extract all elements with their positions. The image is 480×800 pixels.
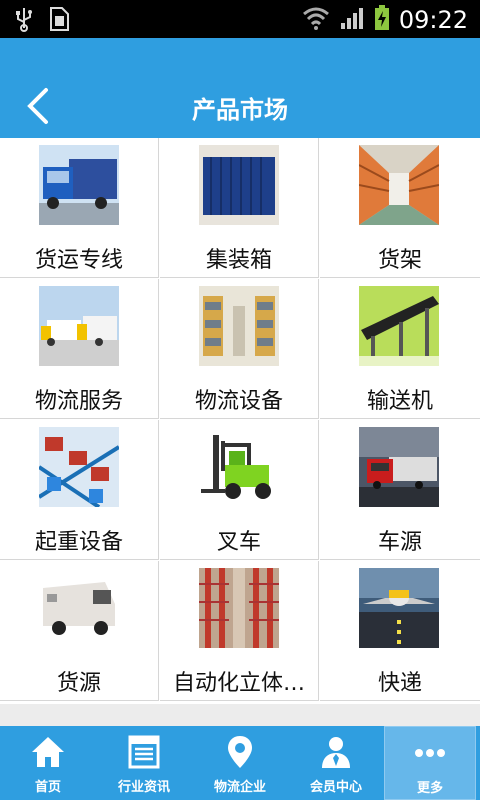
product-grid: 货运专线 集装箱 货架 物流服务 物流设备 输送机 起重设备 叉车 车源 货源 … — [0, 138, 480, 704]
wifi-icon — [301, 5, 331, 35]
freight-truck-image — [39, 145, 119, 225]
status-time: 09:22 — [398, 6, 468, 34]
conveyor-image — [359, 286, 439, 366]
product-label: 集装箱 — [205, 248, 272, 273]
delivery-van-image — [39, 568, 119, 648]
product-item-freight-line[interactable]: 货运专线 — [0, 138, 159, 278]
product-item-cargo-source[interactable]: 货源 — [0, 561, 159, 701]
product-label: 输送机 — [366, 389, 433, 414]
tab-member-center[interactable]: 会员中心 — [288, 726, 384, 800]
page-title: 产品市场 — [192, 96, 288, 124]
product-item-container[interactable]: 集装箱 — [160, 138, 319, 278]
tab-more[interactable]: 更多 — [384, 726, 476, 800]
home-icon — [32, 737, 64, 767]
member-icon — [322, 737, 350, 768]
product-item-forklift[interactable]: 叉车 — [160, 420, 319, 560]
product-label: 货架 — [377, 248, 422, 273]
product-label: 货运专线 — [34, 248, 123, 273]
container-image — [199, 145, 279, 225]
product-label: 自动化立体… — [172, 671, 305, 696]
product-label: 物流设备 — [194, 389, 283, 414]
tab-home[interactable]: 首页 — [0, 726, 96, 800]
product-label: 物流服务 — [34, 389, 123, 414]
tab-label: 首页 — [34, 780, 61, 795]
product-item-shelf[interactable]: 货架 — [320, 138, 480, 278]
tab-label: 行业资讯 — [117, 780, 170, 795]
bottom-tab-bar: 首页 行业资讯 物流企业 会员中心 更多 — [0, 726, 480, 800]
warehouse-image — [199, 286, 279, 366]
shelf-image — [359, 145, 439, 225]
product-item-lifting-equipment[interactable]: 起重设备 — [0, 420, 159, 560]
product-item-conveyor[interactable]: 输送机 — [320, 279, 480, 419]
logistics-trucks-image — [39, 286, 119, 366]
product-item-vehicle-source[interactable]: 车源 — [320, 420, 480, 560]
product-label: 车源 — [377, 530, 422, 555]
product-item-logistics-service[interactable]: 物流服务 — [0, 279, 159, 419]
location-pin-icon — [228, 736, 252, 768]
more-icon — [415, 749, 445, 757]
tab-label: 更多 — [416, 781, 443, 796]
app-header: 产品市场 — [0, 38, 480, 138]
product-item-express[interactable]: 快递 — [320, 561, 480, 701]
forklift-image — [199, 427, 279, 507]
usb-icon — [14, 6, 34, 36]
tab-logistics-companies[interactable]: 物流企业 — [192, 726, 288, 800]
product-label: 快递 — [377, 671, 422, 696]
news-icon — [128, 735, 160, 769]
tab-label: 物流企业 — [213, 780, 266, 795]
status-bar: 09:22 — [0, 0, 480, 38]
tab-label: 会员中心 — [309, 780, 362, 795]
product-item-automated-storage[interactable]: 自动化立体… — [160, 561, 319, 701]
battery-icon — [373, 4, 391, 36]
product-label: 起重设备 — [34, 530, 123, 555]
cargo-plane-image — [359, 568, 439, 648]
automated-storage-image — [199, 568, 279, 648]
signal-icon — [339, 5, 365, 35]
product-label: 货源 — [56, 671, 101, 696]
lifting-platform-image — [39, 427, 119, 507]
tab-industry-news[interactable]: 行业资讯 — [96, 726, 192, 800]
red-truck-image — [359, 427, 439, 507]
product-label: 叉车 — [216, 530, 261, 555]
product-item-logistics-equipment[interactable]: 物流设备 — [160, 279, 319, 419]
sim-card-icon — [48, 6, 70, 36]
